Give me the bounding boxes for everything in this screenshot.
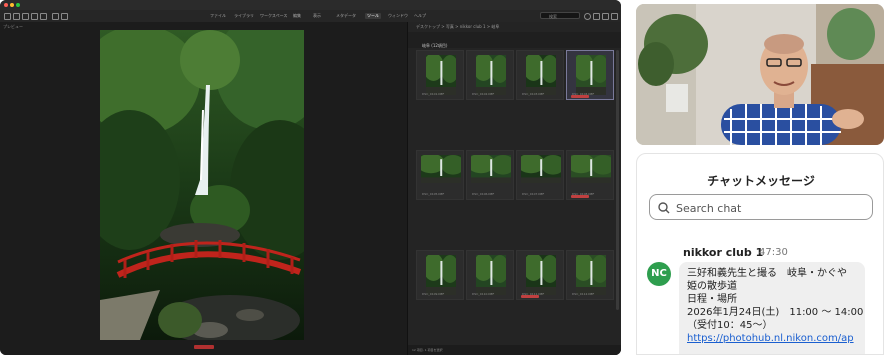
thumbnail-browser: デスクトップ > 写真 > nikkor club 1 > 岐阜 岐阜 (12項… bbox=[407, 22, 621, 355]
thumbnail-item[interactable]: DSC_0105.NEF bbox=[416, 150, 464, 200]
chat-message-bubble: 三好和義先生と撮る 岐阜・かぐや 姫の散歩道 日程・場所 2026年1月24日(… bbox=[679, 262, 865, 354]
message-line: 姫の散歩道 bbox=[687, 281, 737, 292]
thumbnail-image bbox=[526, 255, 556, 295]
thumbnail-item[interactable]: DSC_0110.NEF bbox=[466, 250, 514, 300]
grid-view-icon[interactable] bbox=[593, 13, 600, 20]
search-icon bbox=[658, 202, 670, 214]
menu-item-workspace[interactable]: ワークスペース bbox=[260, 13, 287, 19]
thumbnail-filename: DSC_0105.NEF bbox=[422, 192, 445, 196]
thumbnail-image bbox=[426, 55, 456, 95]
thumbnail-item[interactable]: DSC_0108.NEF bbox=[566, 150, 614, 200]
message-line: 日程・場所 bbox=[687, 294, 737, 305]
thumbnail-image bbox=[571, 155, 611, 183]
browser-statusbar: 12 項目, 1 項目を選択 bbox=[408, 345, 621, 355]
thumbnail-image bbox=[576, 55, 606, 95]
message-sender: nikkor club 1 bbox=[683, 246, 764, 259]
rotate-icon[interactable] bbox=[22, 13, 29, 20]
thumbnail-flag-label bbox=[571, 95, 589, 98]
preview-pane: プレビュー bbox=[0, 22, 407, 355]
thumbnail-item[interactable]: DSC_0103.NEF bbox=[516, 50, 564, 100]
thumbnail-filename: DSC_0112.NEF bbox=[572, 292, 595, 296]
thumbnail-filename: DSC_0107.NEF bbox=[522, 192, 545, 196]
chat-search-box[interactable] bbox=[649, 194, 873, 220]
thumbnail-filename: DSC_0106.NEF bbox=[472, 192, 495, 196]
panel-toggle-icon[interactable] bbox=[611, 13, 618, 20]
thumbnail-item[interactable]: DSC_0102.NEF bbox=[466, 50, 514, 100]
minimize-window-button[interactable] bbox=[10, 3, 14, 7]
thumbnail-image bbox=[476, 55, 506, 95]
browser-status-text: 12 項目, 1 項目を選択 bbox=[412, 348, 443, 352]
webcam-video-feed bbox=[636, 4, 884, 145]
message-link[interactable]: https://photohub.nl.nikon.com/ap bbox=[687, 332, 857, 345]
chat-title: チャットメッセージ bbox=[707, 174, 815, 188]
thumbnail-image bbox=[576, 255, 606, 295]
menu-item-file[interactable]: ファイル bbox=[210, 13, 226, 19]
thumbnail-item[interactable]: DSC_0101.NEF bbox=[416, 50, 464, 100]
message-line: （受付10：45～） bbox=[687, 320, 773, 331]
chat-panel: チャットメッセージ NC nikkor club 1 47:30 三好和義先生と… bbox=[636, 153, 884, 355]
crop-icon[interactable] bbox=[31, 13, 38, 20]
thumbnail-flag-label bbox=[521, 295, 539, 298]
thumbnail-image bbox=[526, 55, 556, 95]
filter-icon[interactable] bbox=[584, 13, 591, 20]
thumbnail-image bbox=[421, 155, 461, 183]
thumbnail-item[interactable]: DSC_0111.NEF bbox=[516, 250, 564, 300]
breadcrumb[interactable]: デスクトップ > 写真 > nikkor club 1 > 岐阜 bbox=[416, 23, 499, 31]
preview-panel-label: プレビュー bbox=[3, 24, 23, 29]
menu-item-library[interactable]: ライブラリ bbox=[234, 13, 254, 19]
thumbnail-image bbox=[521, 155, 561, 183]
thumbnail-item[interactable]: DSC_0104.NEF bbox=[566, 50, 614, 100]
photo-browser-app-window: ファイル ライブラリ ワークスペース 編集 表示 メタデータ ツール ウィンドウ… bbox=[0, 0, 621, 355]
window-titlebar bbox=[0, 0, 621, 10]
menu-item-help[interactable]: ヘルプ bbox=[414, 13, 426, 19]
thumbnail-image bbox=[471, 155, 511, 183]
chat-search-input[interactable] bbox=[674, 199, 868, 217]
menu-item-view[interactable]: 表示 bbox=[313, 13, 321, 19]
menu-item-metadata[interactable]: メタデータ bbox=[336, 13, 356, 19]
thumbnail-filename: DSC_0103.NEF bbox=[522, 92, 545, 96]
thumbnail-filename: DSC_0110.NEF bbox=[472, 292, 495, 296]
message-time: 47:30 bbox=[759, 247, 788, 258]
app-search-input[interactable]: 検索 bbox=[540, 12, 580, 19]
folder-label: 岐阜 (12項目) bbox=[422, 43, 448, 48]
home-icon[interactable] bbox=[4, 13, 11, 20]
rotate-right-icon[interactable] bbox=[61, 13, 68, 20]
list-view-icon[interactable] bbox=[602, 13, 609, 20]
thumbnail-item[interactable]: DSC_0107.NEF bbox=[516, 150, 564, 200]
waterfall-photo-preview[interactable] bbox=[100, 30, 304, 340]
menu-item-tools[interactable]: ツール bbox=[365, 13, 381, 19]
thumbnail-item[interactable]: DSC_0106.NEF bbox=[466, 150, 514, 200]
app-search-placeholder: 検索 bbox=[549, 14, 557, 19]
browser-scrollbar[interactable] bbox=[616, 50, 619, 310]
folder-icon[interactable] bbox=[13, 13, 20, 20]
zoom-window-button[interactable] bbox=[16, 3, 20, 7]
preview-rating-flag bbox=[194, 345, 214, 349]
thumbnail-item[interactable]: DSC_0109.NEF bbox=[416, 250, 464, 300]
thumbnail-image bbox=[476, 255, 506, 295]
thumbnail-flag-label bbox=[571, 195, 589, 198]
message-line: 三好和義先生と撮る 岐阜・かぐや bbox=[687, 268, 847, 279]
settings-icon[interactable] bbox=[40, 13, 47, 20]
rotate-left-icon[interactable] bbox=[52, 13, 59, 20]
thumbnail-filename: DSC_0109.NEF bbox=[422, 292, 445, 296]
close-window-button[interactable] bbox=[4, 3, 8, 7]
thumbnail-image bbox=[426, 255, 456, 295]
message-line: 2026年1月24日(土) 11:00 ～ 14:00 bbox=[687, 307, 864, 318]
menu-item-edit[interactable]: 編集 bbox=[293, 13, 301, 19]
thumbnail-filename: DSC_0102.NEF bbox=[472, 92, 495, 96]
thumbnail-item[interactable]: DSC_0112.NEF bbox=[566, 250, 614, 300]
thumbnail-filename: DSC_0101.NEF bbox=[422, 92, 445, 96]
avatar: NC bbox=[647, 262, 671, 286]
menu-item-window[interactable]: ウィンドウ bbox=[388, 13, 408, 19]
